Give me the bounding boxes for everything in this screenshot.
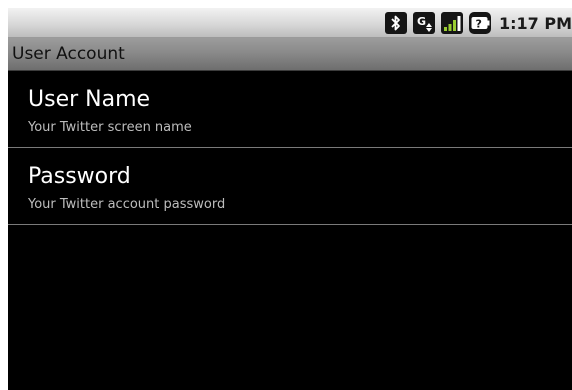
screen-title: User Account: [12, 44, 125, 64]
preference-summary: Your Twitter screen name: [28, 120, 192, 135]
phone-screen: G ? 1:17 PM User Account User Name Your …: [8, 8, 572, 390]
preference-title: Password: [28, 164, 131, 189]
status-bar: G ? 1:17 PM: [8, 8, 572, 38]
user-name-preference[interactable]: User Name Your Twitter screen name: [8, 71, 572, 148]
data-network-icon: G: [412, 12, 435, 34]
bluetooth-icon: [384, 12, 407, 34]
svg-text:G: G: [417, 15, 426, 28]
status-clock: 1:17 PM: [498, 13, 572, 33]
password-preference[interactable]: Password Your Twitter account password: [8, 148, 572, 225]
preference-summary: Your Twitter account password: [28, 197, 226, 212]
svg-text:?: ?: [475, 18, 481, 31]
signal-strength-icon: [440, 12, 463, 34]
battery-unknown-icon: ?: [468, 12, 491, 34]
preference-list: User Name Your Twitter screen name Passw…: [8, 71, 572, 225]
title-bar: User Account: [8, 38, 572, 71]
status-icons: G ? 1:17 PM: [384, 8, 572, 38]
preference-title: User Name: [28, 87, 151, 112]
